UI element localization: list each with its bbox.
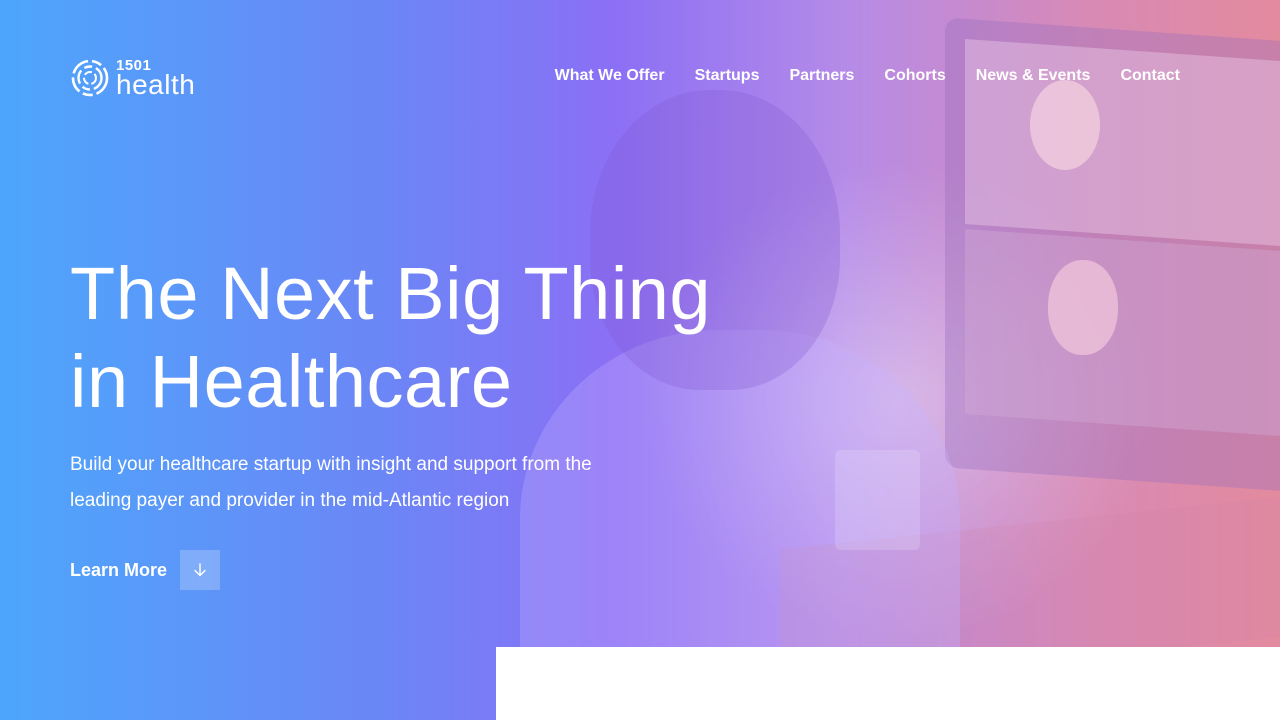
logo-wordmark: health [116, 69, 196, 100]
video-call-tile-bottom [965, 228, 1280, 437]
hero-heading-line-2: in Healthcare [70, 340, 513, 423]
nav-item-partners[interactable]: Partners [789, 66, 854, 86]
nav-item-what-we-offer[interactable]: What We Offer [555, 66, 665, 86]
logo-ring-icon [71, 59, 109, 97]
learn-more-label: Learn More [70, 559, 168, 580]
nav-item-cohorts[interactable]: Cohorts [884, 66, 945, 86]
video-call-participant-1 [1030, 80, 1100, 170]
nav-item-contact[interactable]: Contact [1120, 66, 1180, 86]
video-call-participant-2 [1048, 260, 1118, 355]
nav-item-news-events[interactable]: News & Events [976, 66, 1091, 86]
arrow-down-icon[interactable] [180, 550, 221, 590]
hero-section: 1501 health What We Offer Startups Partn… [0, 0, 1280, 720]
pencil-cup [835, 450, 920, 550]
site-logo[interactable]: 1501 health [70, 58, 220, 100]
content-panel-edge [496, 647, 1280, 720]
hero-subtitle: Build your healthcare startup with insig… [70, 454, 592, 511]
computer-monitor [945, 17, 1280, 493]
learn-more-button[interactable]: Learn More [70, 550, 221, 590]
nav-item-startups[interactable]: Startups [695, 66, 760, 86]
hero-heading: The Next Big Thing in Healthcare [70, 250, 790, 426]
hero-heading-line-1: The Next Big Thing [70, 252, 712, 335]
main-nav: What We Offer Startups Partners Cohorts … [555, 66, 1180, 86]
